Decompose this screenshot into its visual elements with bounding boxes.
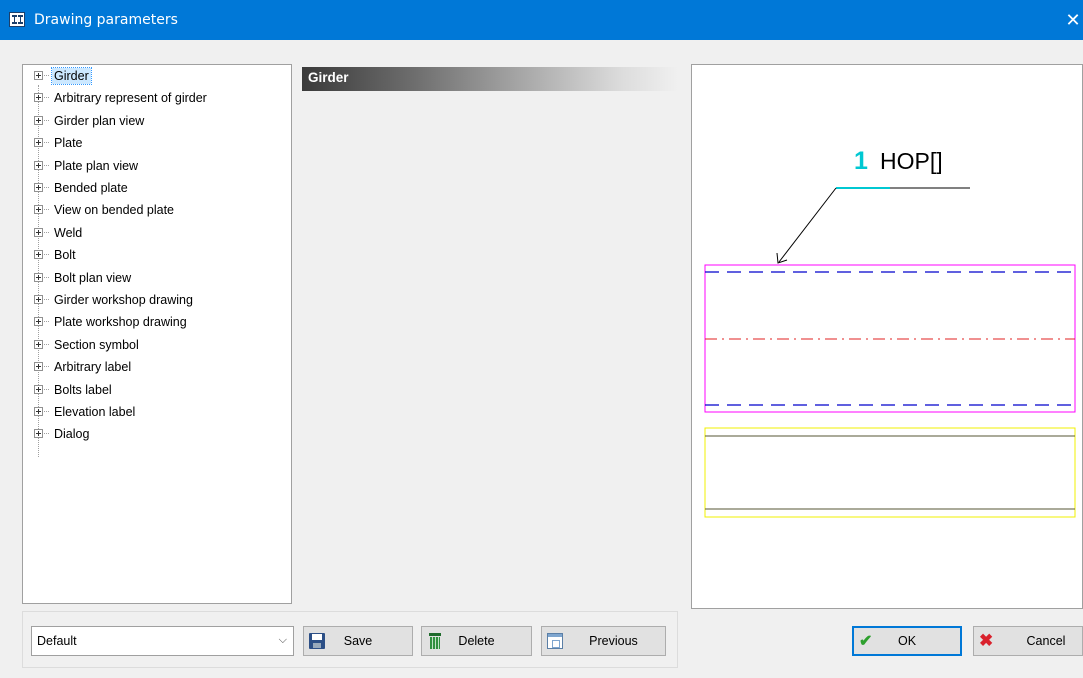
tree-connector — [44, 97, 49, 99]
tree-connector — [44, 187, 49, 188]
tree-item-arbitrary-label[interactable]: Arbitrary label — [23, 356, 283, 378]
tree-connector — [44, 75, 49, 76]
expand-icon[interactable] — [34, 250, 43, 260]
window-title: Drawing parameters — [34, 12, 178, 28]
tree-item-label: Bended plate — [54, 181, 128, 195]
tree-item-label: Elevation label — [54, 405, 136, 419]
app-drawing-icon — [9, 12, 25, 27]
ok-label: OK — [897, 634, 917, 648]
tree-item-label: Girder workshop drawing — [54, 293, 193, 307]
tree-connector — [44, 366, 49, 368]
delete-label: Delete — [458, 634, 495, 648]
tree-connector — [44, 411, 49, 412]
leader-line — [778, 187, 837, 263]
tree-item-bolts-label[interactable]: Bolts label — [23, 379, 283, 401]
delete-button[interactable]: Delete — [421, 626, 532, 656]
tree-connector — [44, 388, 49, 390]
expand-icon[interactable] — [34, 295, 43, 304]
tree-connector — [44, 142, 49, 144]
tree-item-label: Arbitrary label — [54, 360, 132, 375]
expand-icon[interactable] — [34, 362, 43, 372]
close-icon[interactable]: ✕ — [1063, 0, 1083, 40]
expand-icon[interactable] — [34, 272, 43, 282]
tree-connector — [44, 343, 49, 345]
tree-item-girder-plan-view[interactable]: Girder plan view — [23, 110, 283, 132]
tree-connector — [44, 119, 49, 121]
section-header: Girder — [302, 67, 678, 91]
chevron-down-icon[interactable]: ⌵ — [279, 634, 287, 647]
preset-dropdown[interactable]: Default ⌵ — [31, 626, 294, 656]
previous-button[interactable]: Previous — [541, 626, 666, 656]
tree-connector — [44, 299, 49, 300]
tree-item-bended-plate[interactable]: Bended plate — [23, 177, 283, 199]
expand-icon[interactable] — [34, 93, 43, 103]
section-outline — [704, 427, 1076, 518]
tree-item-bolt[interactable]: Bolt — [23, 244, 283, 266]
tree-item-label: View on bended plate — [54, 203, 175, 218]
label-number: 1 — [854, 147, 868, 175]
tree-item-label: Girder plan view — [54, 113, 145, 128]
tree-item-weld[interactable]: Weld — [23, 222, 283, 244]
tree-item-girder[interactable]: Girder — [23, 65, 283, 87]
tree-item-plate[interactable]: Plate — [23, 132, 283, 154]
tree-item-arbitrary-represent-of-girder[interactable]: Arbitrary represent of girder — [23, 87, 283, 109]
cancel-label: Cancel — [1026, 634, 1066, 648]
tree-item-label: Arbitrary represent of girder — [54, 91, 207, 106]
save-button[interactable]: Save — [303, 626, 413, 656]
tree-item-label: Dialog — [54, 427, 90, 442]
tree-item-label: Weld — [54, 225, 83, 240]
expand-icon[interactable] — [34, 384, 43, 394]
tree-connector — [44, 254, 49, 256]
expand-icon[interactable] — [34, 160, 43, 170]
tree-item-section-symbol[interactable]: Section symbol — [23, 334, 283, 356]
cancel-button[interactable]: ✖ Cancel — [973, 626, 1083, 656]
tree-item-elevation-label[interactable]: Elevation label — [23, 401, 283, 423]
tree-item-label: Plate workshop drawing — [54, 315, 187, 330]
tree-item-label: Bolt — [54, 248, 76, 263]
title-bar: Drawing parameters ✕ — [0, 0, 1083, 40]
tree-item-dialog[interactable]: Dialog — [23, 423, 283, 445]
tree-item-girder-workshop-drawing[interactable]: Girder workshop drawing — [23, 289, 283, 311]
expand-icon[interactable] — [34, 407, 43, 416]
expand-icon[interactable] — [34, 115, 43, 125]
expand-icon[interactable] — [34, 317, 43, 327]
tree-item-plate-plan-view[interactable]: Plate plan view — [23, 155, 283, 177]
previous-label: Previous — [589, 634, 638, 648]
expand-icon[interactable] — [34, 227, 43, 237]
tree-connector — [44, 209, 49, 211]
expand-icon[interactable] — [34, 429, 43, 439]
tree-connector — [44, 276, 49, 278]
ok-button[interactable]: ✔ OK — [852, 626, 962, 656]
expand-icon[interactable] — [34, 183, 43, 192]
drawing-preview: 1 HOP[] — [691, 64, 1083, 609]
parameters-tree[interactable]: Girder Arbitrary represent of girder Girde… — [22, 64, 292, 604]
tree-item-view-on-bended-plate[interactable]: View on bended plate — [23, 199, 283, 221]
save-label: Save — [343, 634, 373, 648]
expand-icon[interactable] — [34, 205, 43, 215]
expand-icon[interactable] — [34, 138, 43, 148]
tree-item-plate-workshop-drawing[interactable]: Plate workshop drawing — [23, 311, 283, 333]
tree-connector — [44, 321, 49, 323]
tree-item-label: Bolt plan view — [54, 270, 132, 285]
tree-connector — [44, 433, 49, 435]
preset-value: Default — [37, 634, 77, 648]
tree-item-bolt-plan-view[interactable]: Bolt plan view — [23, 267, 283, 289]
tree-connector — [44, 164, 49, 166]
tree-item-label: Bolts label — [54, 382, 112, 397]
tree-item-label: Girder — [51, 67, 92, 85]
label-text: HOP[] — [880, 148, 943, 174]
tree-item-label: Plate plan view — [54, 158, 139, 173]
tree-item-label: Section symbol — [54, 337, 139, 352]
preview-drawing: 1 HOP[] — [704, 147, 1076, 518]
tree-item-label: Plate — [54, 136, 83, 151]
tree-connector — [44, 231, 49, 233]
expand-icon[interactable] — [34, 71, 43, 80]
expand-icon[interactable] — [34, 339, 43, 349]
